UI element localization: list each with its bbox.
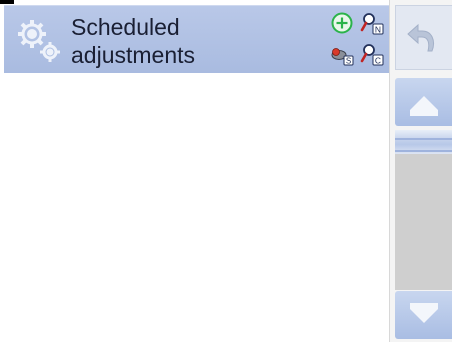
scroll-down-button[interactable] — [395, 291, 452, 339]
back-button[interactable] — [395, 5, 452, 70]
search-by-code-letter: C — [375, 56, 381, 66]
page-title: Scheduled adjustments — [71, 13, 321, 69]
scroll-up-button[interactable] — [395, 78, 452, 126]
app-window: Scheduled adjustments N S C — [0, 0, 452, 342]
scroll-thumb[interactable] — [395, 130, 452, 154]
thumb-grip-line — [395, 150, 452, 152]
page-title-line2: adjustments — [71, 42, 196, 68]
list-area — [4, 73, 388, 338]
scroll-track[interactable] — [395, 130, 452, 290]
search-by-name-letter: N — [375, 25, 381, 35]
scroll-up-icon — [410, 96, 438, 116]
scroll-down-icon — [410, 303, 438, 323]
add-circle-icon — [331, 12, 353, 34]
undo-arrow-icon — [407, 23, 435, 52]
page-title-line1: Scheduled — [71, 14, 180, 40]
scroll-rail — [389, 0, 452, 342]
thumb-grip-line — [395, 138, 452, 140]
search-by-code-button[interactable]: C — [360, 42, 384, 66]
filter-letter: S — [346, 57, 351, 66]
gears-icon — [12, 14, 66, 68]
search-by-code-icon: C — [360, 44, 384, 66]
filter-button[interactable]: S — [330, 42, 354, 66]
add-button[interactable] — [330, 11, 354, 35]
header-bar: Scheduled adjustments N S C — [4, 5, 390, 73]
filter-icon: S — [331, 48, 354, 66]
search-by-name-icon: N — [360, 13, 384, 35]
corner-marker — [0, 0, 14, 4]
search-by-name-button[interactable]: N — [360, 11, 384, 35]
